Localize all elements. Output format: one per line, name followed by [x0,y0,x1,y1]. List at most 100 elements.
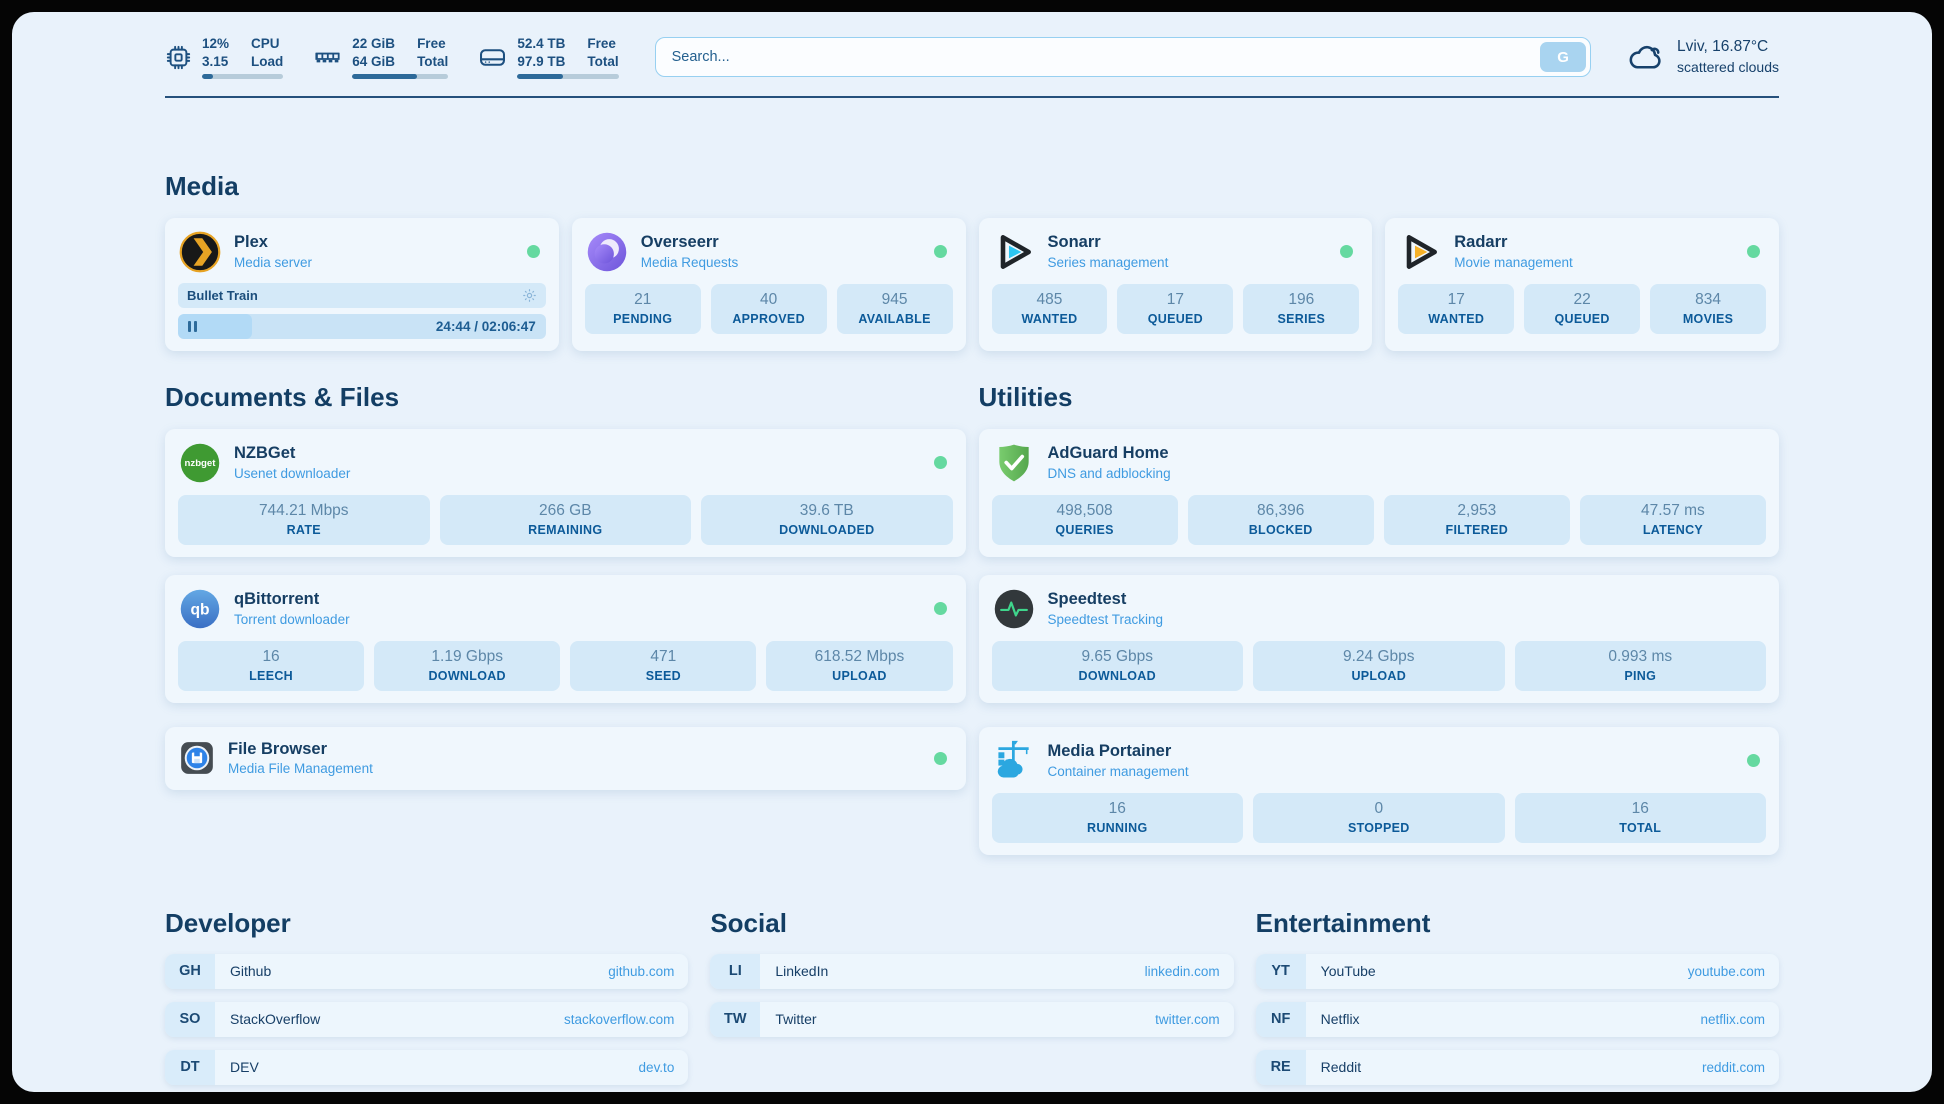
social-section-heading: Social [710,907,1233,941]
bookmark-badge: RE [1256,1050,1306,1085]
stat-pending: 21 PENDING [585,284,701,334]
bookmark-youtube[interactable]: YT YouTube youtube.com [1256,954,1779,989]
bookmark-url: dev.to [639,1060,675,1075]
stat-movies: 834 MOVIES [1650,284,1766,334]
radarr-card[interactable]: Radarr Movie management 17 WANTED 22 QUE… [1385,218,1779,351]
documents-column: Documents & Files nzbget NZBGet Usenet d… [165,351,966,790]
status-dot [1340,245,1353,258]
ram-progress-bar [352,74,448,79]
bookmark-name: LinkedIn [775,963,828,979]
plex-card[interactable]: Plex Media server Bullet Train 24:44 / 0… [165,218,559,351]
bookmark-badge: LI [710,954,760,989]
stat-series: 196 SERIES [1243,284,1359,334]
developer-section-heading: Developer [165,907,688,941]
disk-progress-bar [517,74,618,79]
bookmark-badge: DT [165,1050,215,1085]
filebrowser-subtitle: Media File Management [228,760,373,778]
bookmark-badge: NF [1256,1002,1306,1037]
bookmark-stackoverflow[interactable]: SO StackOverflow stackoverflow.com [165,1002,688,1037]
bookmark-linkedin[interactable]: LI LinkedIn linkedin.com [710,954,1233,989]
stat-upload: 9.24 Gbps UPLOAD [1253,641,1505,691]
stat-remaining: 266 GB REMAINING [440,495,692,545]
stat-seed: 471 SEED [570,641,756,691]
bookmark-badge: TW [710,1002,760,1037]
bookmark-name: Github [230,963,271,979]
status-dot [1747,754,1760,767]
stat-upload: 618.52 Mbps UPLOAD [766,641,952,691]
stat-queued: 17 QUEUED [1117,284,1233,334]
cloud-icon [1627,41,1665,73]
google-search-button[interactable]: G [1540,42,1586,72]
ram-total-label: Total [417,53,448,71]
ram-widget: 22 GiB 64 GiB Free Total [313,35,448,78]
bookmark-name: DEV [230,1059,259,1075]
speedtest-icon [992,587,1036,631]
top-bar: 12% 3.15 CPU Load [165,32,1779,82]
sonarr-subtitle: Series management [1048,254,1169,272]
sonarr-icon [992,230,1036,274]
weather-location-temp: Lviv, 16.87°C [1677,37,1779,58]
social-column: Social LI LinkedIn linkedin.com TW Twitt… [710,907,1233,1037]
playback-progress-bar: 24:44 / 02:06:47 [178,314,546,339]
bookmark-name: StackOverflow [230,1011,320,1027]
ram-free-value: 22 GiB [352,35,395,53]
bookmark-reddit[interactable]: RE Reddit reddit.com [1256,1050,1779,1085]
stat-latency: 47.57 ms LATENCY [1580,495,1766,545]
stat-rate: 744.21 Mbps RATE [178,495,430,545]
bookmark-badge: YT [1256,954,1306,989]
speedtest-card[interactable]: Speedtest Speedtest Tracking 9.65 Gbps D… [979,575,1780,703]
nzbget-title: NZBGet [234,443,350,464]
sonarr-title: Sonarr [1048,232,1169,253]
cpu-label: CPU [251,35,283,53]
bookmark-url: linkedin.com [1145,964,1220,979]
qbittorrent-card[interactable]: qb qBittorrent Torrent downloader 16 LEE… [165,575,966,703]
bookmark-twitter[interactable]: TW Twitter twitter.com [710,1002,1233,1037]
stat-filtered: 2,953 FILTERED [1384,495,1570,545]
disk-icon [478,43,507,72]
radarr-icon [1398,230,1442,274]
nzbget-card[interactable]: nzbget NZBGet Usenet downloader 744.21 M… [165,429,966,557]
bookmark-netflix[interactable]: NF Netflix netflix.com [1256,1002,1779,1037]
entertainment-column: Entertainment YT YouTube youtube.com NF … [1256,907,1779,1085]
bookmark-name: Twitter [775,1011,816,1027]
portainer-subtitle: Container management [1048,763,1189,781]
now-playing-row: Bullet Train [178,283,546,308]
stat-total: 16 TOTAL [1515,793,1767,843]
pause-icon [188,321,197,332]
playback-time: 24:44 / 02:06:47 [436,319,536,334]
cpu-widget: 12% 3.15 CPU Load [165,35,283,78]
stat-wanted: 17 WANTED [1398,284,1514,334]
stat-queued: 22 QUEUED [1524,284,1640,334]
cpu-usage-value: 12% [202,35,229,53]
adguard-card[interactable]: AdGuard Home DNS and adblocking 498,508 … [979,429,1780,557]
plex-title: Plex [234,232,312,253]
portainer-title: Media Portainer [1048,741,1189,762]
search-input[interactable] [655,37,1591,77]
media-grid: Plex Media server Bullet Train 24:44 / 0… [165,218,1779,351]
disk-total-value: 97.9 TB [517,53,565,71]
bookmark-url: reddit.com [1702,1060,1765,1075]
utilities-column: Utilities AdGuard Home DNS and adblock [979,351,1780,855]
overseerr-card[interactable]: Overseerr Media Requests 21 PENDING 40 A… [572,218,966,351]
bookmark-github[interactable]: GH Github github.com [165,954,688,989]
cpu-progress-bar [202,74,283,79]
disk-free-label: Free [587,35,618,53]
sonarr-card[interactable]: Sonarr Series management 485 WANTED 17 Q… [979,218,1373,351]
status-dot [934,602,947,615]
stat-available: 945 AVAILABLE [837,284,953,334]
header-divider [165,96,1779,98]
stat-downloaded: 39.6 TB DOWNLOADED [701,495,953,545]
gear-icon[interactable] [522,288,537,303]
status-dot [934,752,947,765]
status-dot [934,456,947,469]
stat-wanted: 485 WANTED [992,284,1108,334]
filebrowser-card[interactable]: File Browser Media File Management [165,727,966,790]
svg-text:nzbget: nzbget [185,458,217,469]
portainer-card[interactable]: Media Portainer Container management 16 … [979,727,1780,855]
bookmark-dev[interactable]: DT DEV dev.to [165,1050,688,1085]
bookmark-name: Netflix [1321,1011,1360,1027]
nzbget-icon: nzbget [178,441,222,485]
bookmark-name: Reddit [1321,1059,1361,1075]
system-widgets: 12% 3.15 CPU Load [165,35,619,78]
overseerr-title: Overseerr [641,232,739,253]
